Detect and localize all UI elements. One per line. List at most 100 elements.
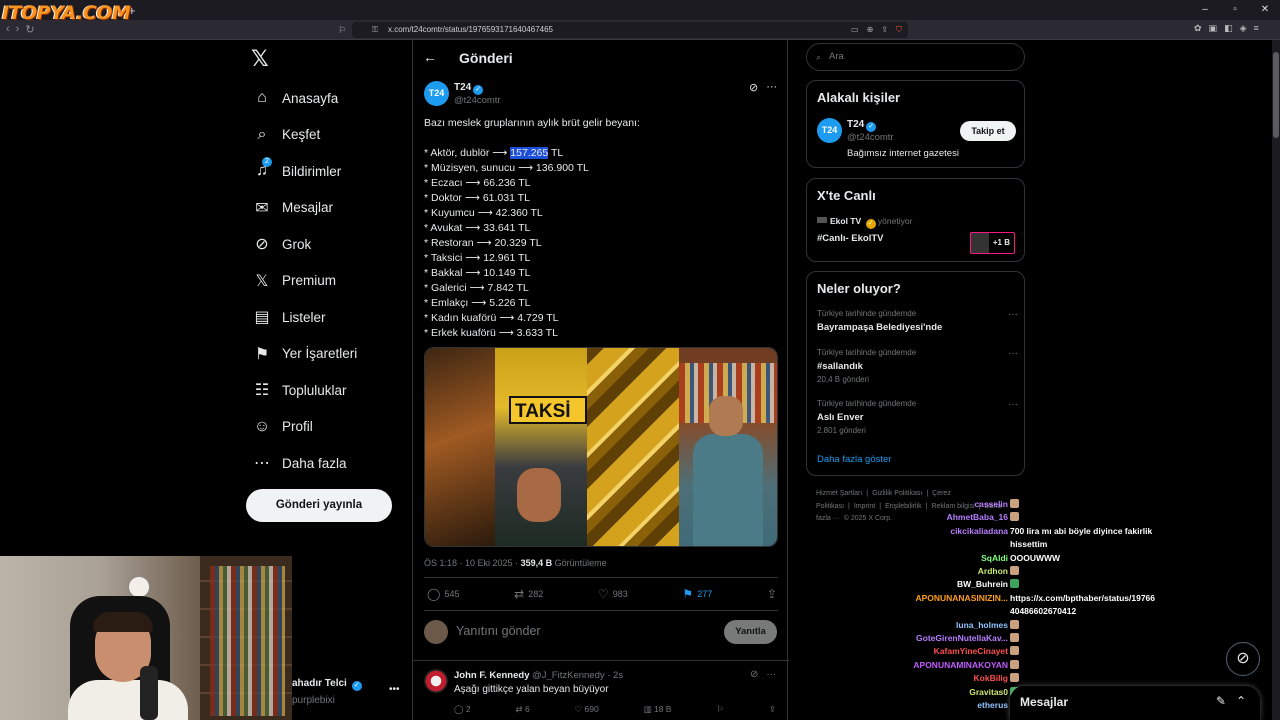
- show-more-link[interactable]: Daha fazla göster: [817, 454, 891, 465]
- nav-item-0[interactable]: ⌂ Anasayfa: [252, 80, 357, 117]
- more-icon[interactable]: ···: [766, 669, 776, 680]
- chat-username[interactable]: APONUNANASINIZIN...: [915, 592, 1008, 605]
- compose-message-icon[interactable]: ✎: [1216, 694, 1226, 708]
- messages-drawer[interactable]: Mesajlar ✎ ⌃: [1010, 686, 1260, 720]
- expand-drawer-icon[interactable]: ⌃: [1236, 694, 1246, 708]
- maximize-button[interactable]: ▫: [1220, 0, 1250, 20]
- grok-icon[interactable]: ⊘: [749, 81, 758, 94]
- sidebar-toggle-icon[interactable]: ◧: [1224, 23, 1233, 34]
- nav-item-5[interactable]: 𝕏 Premium: [252, 263, 357, 300]
- scrollbar-thumb[interactable]: [1273, 52, 1279, 138]
- more-icon[interactable]: ···: [766, 81, 777, 94]
- nav-item-6[interactable]: ▤ Listeler: [252, 299, 357, 336]
- chat-username[interactable]: KafamYineCinayet: [934, 645, 1008, 658]
- menu-icon[interactable]: ≡: [1254, 23, 1259, 34]
- minimize-button[interactable]: –: [1190, 0, 1220, 20]
- gold-bars-image[interactable]: [587, 348, 679, 546]
- post-time[interactable]: ÖS 1:18 · 10 Eki 2025 ·: [424, 558, 521, 568]
- follow-button[interactable]: Takip et: [960, 121, 1016, 141]
- share-icon[interactable]: ⇪: [881, 22, 888, 38]
- close-window-button[interactable]: ✕: [1250, 0, 1280, 20]
- author-handle[interactable]: @t24comtr: [454, 95, 501, 106]
- grok-icon[interactable]: ⊘: [750, 669, 758, 680]
- chat-username[interactable]: Ardhon: [978, 565, 1008, 578]
- repost-button[interactable]: ⇄ 282: [514, 587, 543, 601]
- reply-reply-button[interactable]: ◯ 2: [454, 704, 471, 715]
- x-logo-icon[interactable]: 𝕏: [251, 46, 269, 72]
- reply-submit-button[interactable]: Yanıtla: [724, 620, 777, 644]
- extensions-icon[interactable]: ✿: [1194, 23, 1202, 34]
- nav-item-2[interactable]: ♫ Bildirimler 2: [252, 153, 357, 190]
- related-avatar[interactable]: T24: [817, 118, 842, 143]
- brave-shield-icon[interactable]: ⛉: [896, 22, 902, 38]
- chat-username[interactable]: luna_holmes: [956, 619, 1008, 632]
- bookmark-button[interactable]: ⚑ 277: [682, 587, 712, 601]
- site-info-icon[interactable]: ⚿: [372, 22, 378, 38]
- related-name[interactable]: T24: [847, 119, 864, 130]
- like-button[interactable]: ♡ 983: [598, 587, 628, 601]
- chat-username[interactable]: etherus: [977, 699, 1008, 712]
- nav-item-7[interactable]: ⚑ Yer İşaretleri: [252, 336, 357, 373]
- screen-icon[interactable]: ▭: [851, 22, 859, 38]
- nav-item-4[interactable]: ⊘ Grok: [252, 226, 357, 263]
- author-avatar[interactable]: T24: [424, 81, 449, 106]
- url-text[interactable]: x.com/t24comtr/status/197659317164046746…: [388, 25, 553, 34]
- footer-link[interactable]: Gizlilik Politikası: [872, 490, 922, 497]
- vpn-icon[interactable]: ◈: [1240, 23, 1247, 34]
- author-name[interactable]: T24: [454, 82, 471, 93]
- guitar-player-image[interactable]: [425, 348, 495, 546]
- nav-item-3[interactable]: ✉ Mesajlar: [252, 190, 357, 227]
- reply-input[interactable]: Yanıtını gönder: [456, 624, 541, 638]
- reply-views-button[interactable]: ▥ 18 B: [644, 704, 672, 715]
- chat-username[interactable]: Gravitas0: [969, 686, 1008, 699]
- footer-link[interactable]: Erişilebilirlik: [885, 503, 922, 510]
- nav-item-1[interactable]: ⌕ Keşfet: [252, 117, 357, 154]
- reply-button[interactable]: ◯ 545: [427, 587, 459, 601]
- more-icon[interactable]: ···: [1008, 399, 1018, 410]
- chat-username[interactable]: casselin: [974, 498, 1008, 511]
- grocer-image[interactable]: [679, 348, 777, 546]
- back-arrow-icon[interactable]: ←: [423, 49, 437, 65]
- search-input[interactable]: ⌕ Ara: [806, 43, 1025, 71]
- nav-item-10[interactable]: ⋯ Daha fazla: [252, 445, 357, 482]
- more-icon[interactable]: ···: [1008, 309, 1018, 320]
- share-button[interactable]: ⇪: [767, 587, 777, 601]
- chat-username[interactable]: AhmetBaba_16: [947, 511, 1008, 524]
- live-listeners-badge[interactable]: +1 B: [970, 232, 1015, 254]
- wallet-icon[interactable]: ▣: [1209, 23, 1218, 34]
- nav-item-9[interactable]: ☺ Profil: [252, 409, 357, 446]
- post-media[interactable]: TAKSİ: [424, 347, 778, 547]
- taxi-driver-image[interactable]: TAKSİ: [495, 348, 587, 546]
- live-stream-title[interactable]: #Canlı- EkolTV: [817, 233, 884, 244]
- footer-link[interactable]: Reklam bilgisi: [931, 503, 974, 510]
- trend-item[interactable]: Türkiye tarihinde gündemde Bayrampaşa Bel…: [817, 309, 1018, 333]
- page-scrollbar[interactable]: [1272, 40, 1280, 720]
- chat-username[interactable]: GoteGirenNutellaKav...: [916, 632, 1008, 645]
- reply-like-button[interactable]: ♡ 690: [575, 704, 599, 715]
- nav-item-8[interactable]: ☷ Topluluklar: [252, 372, 357, 409]
- reply-author-avatar[interactable]: [424, 669, 448, 693]
- footer-link[interactable]: Hizmet Şartları: [816, 490, 862, 497]
- bookmark-page-icon[interactable]: ⚐: [338, 22, 346, 38]
- trend-item[interactable]: Türkiye tarihinde gündemde #sallandık 20,4…: [817, 348, 1018, 384]
- trend-item[interactable]: Türkiye tarihinde gündemde Aslı Enver 2.80…: [817, 399, 1018, 435]
- zoom-icon[interactable]: ⊕: [867, 22, 874, 38]
- account-more-icon[interactable]: •••: [389, 684, 400, 695]
- footer-link[interactable]: © 2025 X Corp.: [844, 515, 892, 522]
- chat-username[interactable]: SqAldi: [981, 552, 1008, 565]
- more-icon[interactable]: ···: [1008, 348, 1018, 359]
- address-bar[interactable]: ⚐ ⚿ x.com/t24comtr/status/19765931716404…: [338, 22, 908, 38]
- reply-author-name[interactable]: John F. Kennedy: [454, 670, 529, 681]
- grok-floating-button[interactable]: ⊘: [1226, 642, 1260, 676]
- reply-share-button[interactable]: ⇪: [769, 704, 776, 715]
- chat-username[interactable]: KokBilig: [974, 672, 1008, 685]
- reply-repost-button[interactable]: ⇄ 6: [515, 704, 529, 715]
- footer-link[interactable]: Imprint: [854, 503, 875, 510]
- live-host-name[interactable]: Ekol TV: [830, 216, 861, 226]
- chat-username[interactable]: BW_Buhrein: [957, 578, 1008, 591]
- post-button[interactable]: Gönderi yayınla: [246, 489, 392, 522]
- chat-username[interactable]: cikcikaliadana: [950, 525, 1008, 538]
- reply-bookmark-button[interactable]: ⚐: [716, 704, 724, 715]
- account-switcher[interactable]: ahadır Telci ✓ purplebixi: [292, 678, 362, 706]
- chat-username[interactable]: APONUNAMINAKOYAN: [913, 659, 1008, 672]
